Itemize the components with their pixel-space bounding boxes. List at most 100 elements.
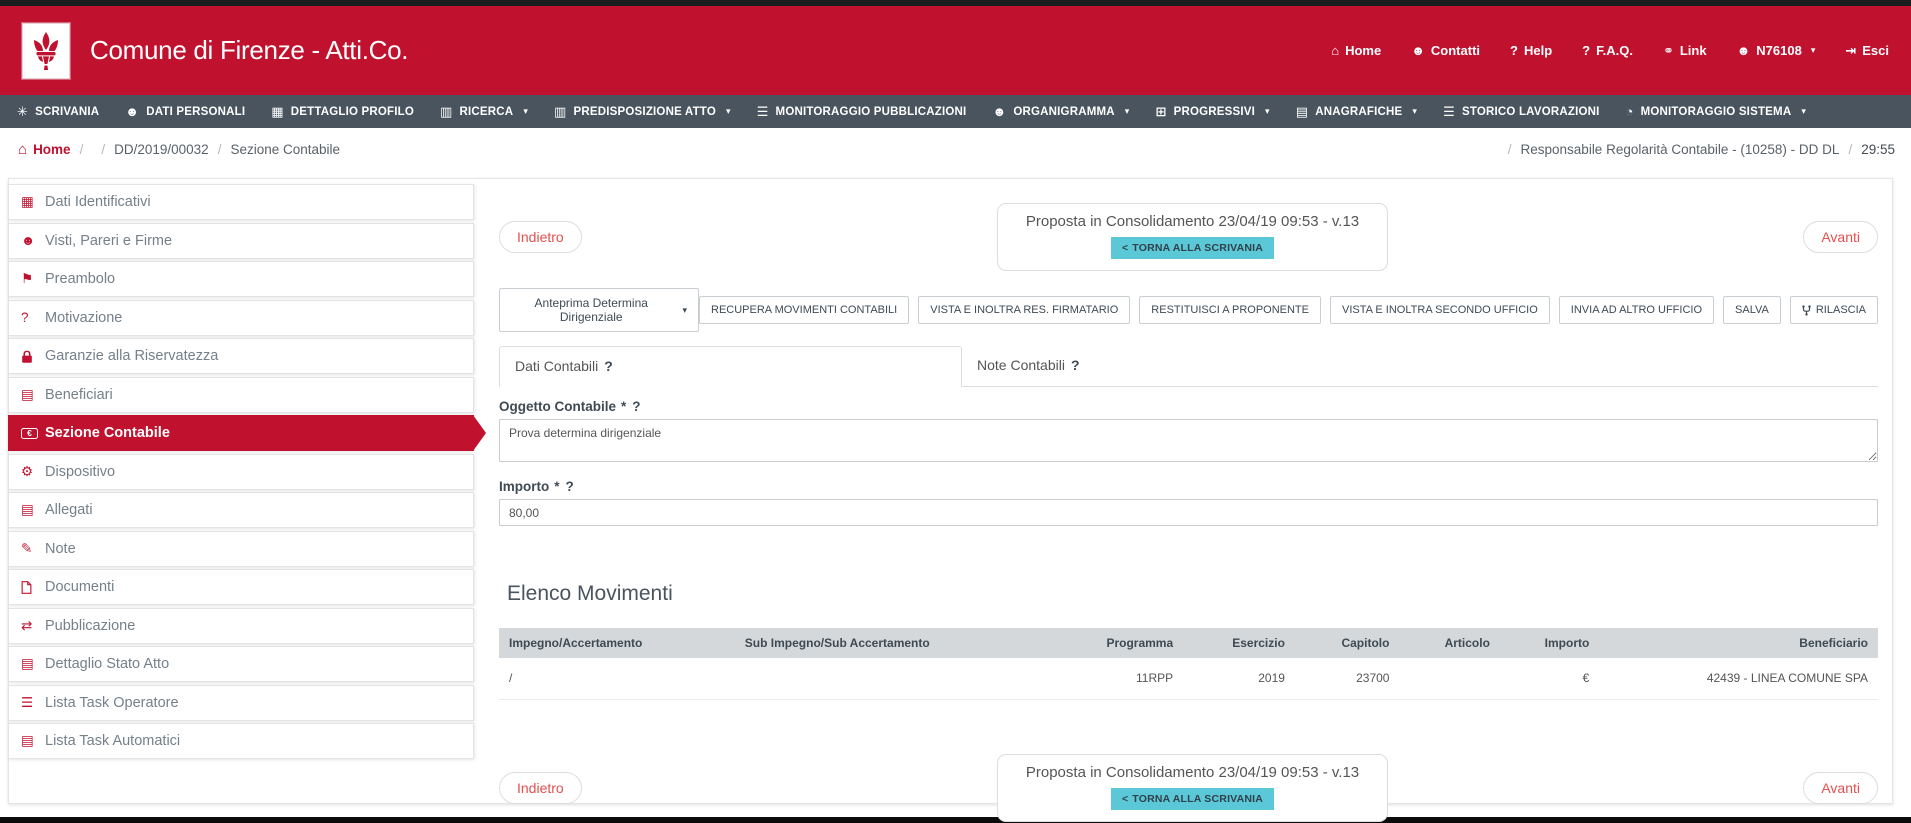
atto-detail-card: ▦Dati Identificativi☻Visti, Pareri e Fir… [8,178,1893,804]
cell-capitolo: 23700 [1295,658,1400,700]
user-role-label: Responsabile Regolarità Contabile - (102… [1521,142,1840,157]
sidebar-item-lista-task-automatici[interactable]: ▤Lista Task Automatici [8,723,474,759]
action-salva[interactable]: SALVA [1723,296,1781,324]
menu-item-monitoraggio-pubblicazioni[interactable]: ☰MONITORAGGIO PUBBLICAZIONI [744,95,980,128]
header-link-esci[interactable]: ⇥Esci [1845,43,1889,59]
action-restituisci-a-proponente[interactable]: RESTITUISCI A PROPONENTE [1139,296,1321,324]
chevron-left-icon: < [1122,242,1128,254]
header-link-help[interactable]: ?Help [1510,43,1552,58]
main-menubar: ✳SCRIVANIA☻DATI PERSONALI▦DETTAGLIO PROF… [0,95,1911,128]
sidebar-item-label: Dispositivo [45,464,115,480]
sidebar-item-preambolo[interactable]: ⚑Preambolo [8,261,474,297]
sidebar-item-motivazione[interactable]: ?Motivazione [8,300,474,336]
menu-item-progressivi[interactable]: ⊞PROGRESSIVI▾ [1142,95,1282,128]
header-link-n76108[interactable]: ☻N76108▾ [1737,43,1816,58]
sidebar-item-dettaglio-stato-atto[interactable]: ▤Dettaglio Stato Atto [8,646,474,682]
sidebar-item-documenti[interactable]: Documenti [8,569,474,605]
breadcrumb-home-link[interactable]: ⌂ Home [18,141,71,158]
menu-item-storico-lavorazioni[interactable]: ☰STORICO LAVORAZIONI [1430,95,1612,128]
sidebar-item-note[interactable]: ✎Note [8,531,474,567]
column-header-beneficiario: Beneficiario [1599,628,1878,658]
menu-item-dati-personali[interactable]: ☻DATI PERSONALI [112,95,258,128]
address-book-icon: ▤ [1296,104,1308,120]
header-link-f-a-q[interactable]: ?F.A.Q. [1582,43,1633,58]
back-button[interactable]: Indietro [499,772,582,804]
sidebar-item-label: Dati Identificativi [45,194,151,210]
sidebar-item-allegati[interactable]: ▤Allegati [8,492,474,528]
action-rilascia[interactable]: RILASCIA [1790,296,1878,324]
help-circle-icon: ? [1510,43,1518,58]
sidebar-item-sezione-contabile[interactable]: €Sezione Contabile [8,415,474,451]
tab-dati-contabili[interactable]: Dati Contabili? [499,346,962,387]
required-mark: * [554,479,559,494]
tab-label: Dati Contabili [515,358,598,374]
cell-impegno-accertamento: / [499,658,735,700]
action-label: SALVA [1735,304,1769,316]
atto-sections-sidebar: ▦Dati Identificativi☻Visti, Pareri e Fir… [8,184,474,762]
action-label: VISTA E INOLTRA SECONDO UFFICIO [1342,304,1538,316]
importo-label: Importo*? [499,479,1878,494]
book-icon: ▥ [440,104,452,120]
sidebar-item-label: Allegati [45,502,93,518]
menu-item-label: MONITORAGGIO SISTEMA [1641,106,1792,118]
next-button[interactable]: Avanti [1803,772,1878,804]
column-header-capitolo: Capitolo [1295,628,1400,658]
sidebar-item-label: Lista Task Operatore [45,695,179,711]
breadcrumb-item-sezione: Sezione Contabile [230,142,340,157]
menu-item-label: RICERCA [460,106,514,118]
sidebar-item-garanzie-alla-riservatezza[interactable]: Garanzie alla Riservatezza [8,338,474,374]
action-invia-ad-altro-ufficio[interactable]: INVIA AD ALTRO UFFICIO [1559,296,1714,324]
action-recupera-movimenti-contabili[interactable]: RECUPERA MOVIMENTI CONTABILI [699,296,909,324]
next-button[interactable]: Avanti [1803,221,1878,253]
sidebar-item-pubblicazione[interactable]: ⇄Pubblicazione [8,608,474,644]
torna-alla-scrivania-label: TORNA ALLA SCRIVANIA [1132,793,1263,805]
menu-item-anagrafiche[interactable]: ▤ANAGRAFICHE▾ [1283,95,1430,128]
oggetto-contabile-textarea[interactable]: Prova determina dirigenziale [499,419,1878,462]
importo-input[interactable] [499,499,1878,526]
movimenti-table: Impegno/AccertamentoSub Impegno/Sub Acce… [499,628,1878,700]
breadcrumb-separator: / [1848,142,1852,157]
column-header-sub-impegno-sub-accertamento: Sub Impegno/Sub Accertamento [735,628,1050,658]
back-button[interactable]: Indietro [499,221,582,253]
sidebar-item-label: Beneficiari [45,387,113,403]
menu-item-label: MONITORAGGIO PUBBLICAZIONI [776,106,967,118]
menu-item-organigramma[interactable]: ☻ORGANIGRAMMA▾ [979,95,1142,128]
column-header-esercizio: Esercizio [1183,628,1295,658]
top-step-nav: Indietro Proposta in Consolidamento 23/0… [499,203,1878,271]
header-link-home[interactable]: ⌂Home [1331,43,1381,58]
torna-alla-scrivania-label: TORNA ALLA SCRIVANIA [1132,242,1263,254]
column-header-importo: Importo [1500,628,1599,658]
action-label: INVIA AD ALTRO UFFICIO [1571,304,1702,316]
menu-item-label: ORGANIGRAMMA [1013,106,1114,118]
torna-alla-scrivania-button[interactable]: <TORNA ALLA SCRIVANIA [1111,788,1274,810]
menu-item-scrivania[interactable]: ✳SCRIVANIA [4,95,112,128]
sidebar-item-visti-pareri-e-firme[interactable]: ☻Visti, Pareri e Firme [8,223,474,259]
action-vista-e-inoltra-secondo-ufficio[interactable]: VISTA E INOLTRA SECONDO UFFICIO [1330,296,1550,324]
action-vista-e-inoltra-res-firmatario[interactable]: VISTA E INOLTRA RES. FIRMATARIO [918,296,1130,324]
credit-card-icon: ▤ [21,387,45,403]
menu-item-predisposizione-atto[interactable]: ▥PREDISPOSIZIONE ATTO▾ [541,95,744,128]
sidebar-item-dati-identificativi[interactable]: ▦Dati Identificativi [8,184,474,220]
users-icon: ☻ [21,233,45,248]
caret-down-icon: ▾ [1801,106,1806,117]
table-row[interactable]: /11RPP201923700€42439 - LINEA COMUNE SPA [499,658,1878,700]
header-link-link[interactable]: ⚭Link [1663,43,1707,59]
sidebar-item-dispositivo[interactable]: ⚙Dispositivo [8,454,474,490]
sidebar-item-label: Preambolo [45,271,115,287]
contabili-tabs: Dati Contabili?Note Contabili? [499,346,1878,387]
breadcrumb-item-atto[interactable]: DD/2019/00032 [114,142,209,157]
header-link-contatti[interactable]: ☻Contatti [1411,43,1480,58]
question-icon: ? [1582,43,1590,58]
menu-item-dettaglio-profilo[interactable]: ▦DETTAGLIO PROFILO [258,95,427,128]
menu-item-label: PREDISPOSIZIONE ATTO [574,106,716,118]
sidebar-item-beneficiari[interactable]: ▤Beneficiari [8,377,474,413]
menu-item-ricerca[interactable]: ▥RICERCA▾ [427,95,541,128]
sidebar-item-lista-task-operatore[interactable]: ☰Lista Task Operatore [8,685,474,721]
anteprima-dropdown[interactable]: Anteprima Determina Dirigenziale▾ [499,288,699,332]
menu-item-monitoraggio-sistema[interactable]: ◔MONITORAGGIO SISTEMA▾ [1613,95,1820,128]
tab-note-contabili[interactable]: Note Contabili? [962,346,1425,386]
elenco-movimenti-title: Elenco Movimenti [507,582,1878,606]
list-alt-icon: ▤ [21,656,45,672]
bottom-step-nav: Indietro Proposta in Consolidamento 23/0… [499,754,1878,822]
torna-alla-scrivania-button[interactable]: < TORNA ALLA SCRIVANIA [1111,237,1274,259]
